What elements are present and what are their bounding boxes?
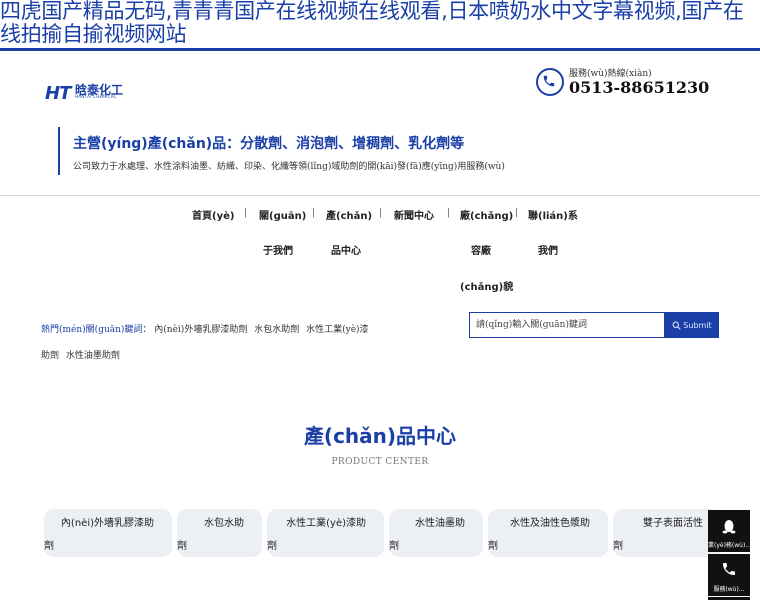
nav-products-line1[interactable]: 產(chǎn)	[326, 207, 372, 222]
product-category-card[interactable]: 水包水助 劑	[177, 509, 262, 557]
category-label: 水包水助	[204, 518, 244, 529]
nav-products-line2[interactable]: 品中心	[331, 242, 361, 257]
category-label: 水性及油性色漿助	[510, 518, 590, 529]
nav-separator: |	[379, 208, 383, 218]
logo-subtitle: HANTAI CHEMICAL	[75, 94, 117, 99]
search-box: Submit	[469, 312, 719, 338]
slogan-sub: 公司致力于水處理、水性涂料油墨、紡織、印染、化纖等領(lǐng)域助劑的開(kā…	[73, 162, 505, 172]
category-label: 水性工業(yè)漆助	[286, 518, 366, 529]
nav-factory-line2[interactable]: 容廠	[471, 242, 491, 257]
product-category-card[interactable]: 水性工業(yè)漆助 劑	[267, 509, 384, 557]
qq-icon	[722, 520, 736, 534]
search-button[interactable]: Submit	[665, 312, 719, 338]
nav-about-line1[interactable]: 關(guān)	[259, 207, 306, 222]
phone-icon	[723, 563, 735, 575]
phone-icon	[536, 68, 564, 96]
logo-mark: HT	[45, 83, 71, 104]
logo[interactable]: HT 晗泰化工 HANTAI CHEMICAL	[45, 79, 135, 104]
nav-separator: |	[447, 208, 451, 218]
section-title: 產(chǎn)品中心	[303, 424, 457, 448]
nav-separator: |	[244, 208, 248, 218]
section-subtitle: PRODUCT CENTER	[331, 457, 429, 467]
nav-contact-line2[interactable]: 我們	[538, 242, 558, 257]
hotline: 服務(wù)熱線(xiàn) 0513-88651230	[536, 66, 716, 102]
hot-keywords: 熱門(mén)關(guān)鍵詞： 內(nèi)外墻乳膠漆助劑 水包水助劑 水性…	[41, 317, 371, 369]
nav-contact-line1[interactable]: 聯(lián)系	[528, 207, 578, 222]
nav-factory-line1[interactable]: 廠(chǎng)	[460, 207, 513, 222]
search-button-label: Submit	[683, 320, 712, 330]
nav-separator: |	[515, 208, 519, 218]
category-label: 雙子表面活性	[643, 518, 703, 529]
divider	[0, 195, 760, 196]
side-qq-label: 業(yè)務(wù)...	[708, 542, 750, 549]
top-banner: 四虎国产精品无码,青青青国产在线视频在线观看,日本喷奶水中文字幕视频,国产在线拍…	[0, 0, 760, 51]
category-label-cont: 劑	[44, 541, 54, 552]
hot-keywords-label: 熱門(mén)關(guān)鍵詞：	[41, 325, 152, 335]
side-qq-button[interactable]: 業(yè)務(wù)...	[708, 510, 750, 552]
side-phone-button[interactable]: 服務(wù)...	[708, 554, 750, 596]
category-label: 內(nèi)外墻乳膠漆助	[60, 518, 154, 529]
nav-factory-line3[interactable]: (chǎng)貌	[460, 278, 513, 293]
category-label-cont: 劑	[389, 541, 399, 552]
category-label-cont: 劑	[488, 541, 498, 552]
nav-news[interactable]: 新聞中心	[394, 207, 434, 222]
hot-keyword-link[interactable]: 內(nèi)外墻乳膠漆助劑	[154, 325, 247, 335]
product-category-card[interactable]: 內(nèi)外墻乳膠漆助 劑	[44, 509, 172, 557]
hot-keyword-link[interactable]: 水性油墨助劑	[66, 351, 120, 361]
side-phone-label: 服務(wù)...	[713, 586, 745, 593]
slogan-main: 主營(yíng)產(chǎn)品：分散劑、消泡劑、增稠劑、乳化劑等	[73, 136, 465, 152]
hot-keyword-link[interactable]: 水包水助劑	[254, 325, 299, 335]
nav-separator: |	[312, 208, 316, 218]
slogan-block: 主營(yíng)產(chǎn)品：分散劑、消泡劑、增稠劑、乳化劑等 公司致力于水…	[58, 127, 505, 175]
category-label-cont: 劑	[267, 541, 277, 552]
search-icon	[672, 321, 681, 330]
category-label-cont: 劑	[177, 541, 187, 552]
hotline-number: 0513-88651230	[569, 78, 710, 97]
product-category-card[interactable]: 水性及油性色漿助 劑	[488, 509, 608, 557]
site-title: 四虎国产精品无码,青青青国产在线视频在线观看,日本喷奶水中文字幕视频,国产在线拍…	[0, 0, 744, 46]
product-category-card[interactable]: 雙子表面活性 劑	[613, 509, 721, 557]
nav-home[interactable]: 首頁(yè)	[192, 207, 234, 222]
category-label-cont: 劑	[613, 541, 623, 552]
product-category-card[interactable]: 水性油墨助 劑	[389, 509, 483, 557]
nav-about-line2[interactable]: 于我們	[263, 242, 293, 257]
category-label: 水性油墨助	[415, 518, 465, 529]
search-input[interactable]	[469, 312, 665, 338]
